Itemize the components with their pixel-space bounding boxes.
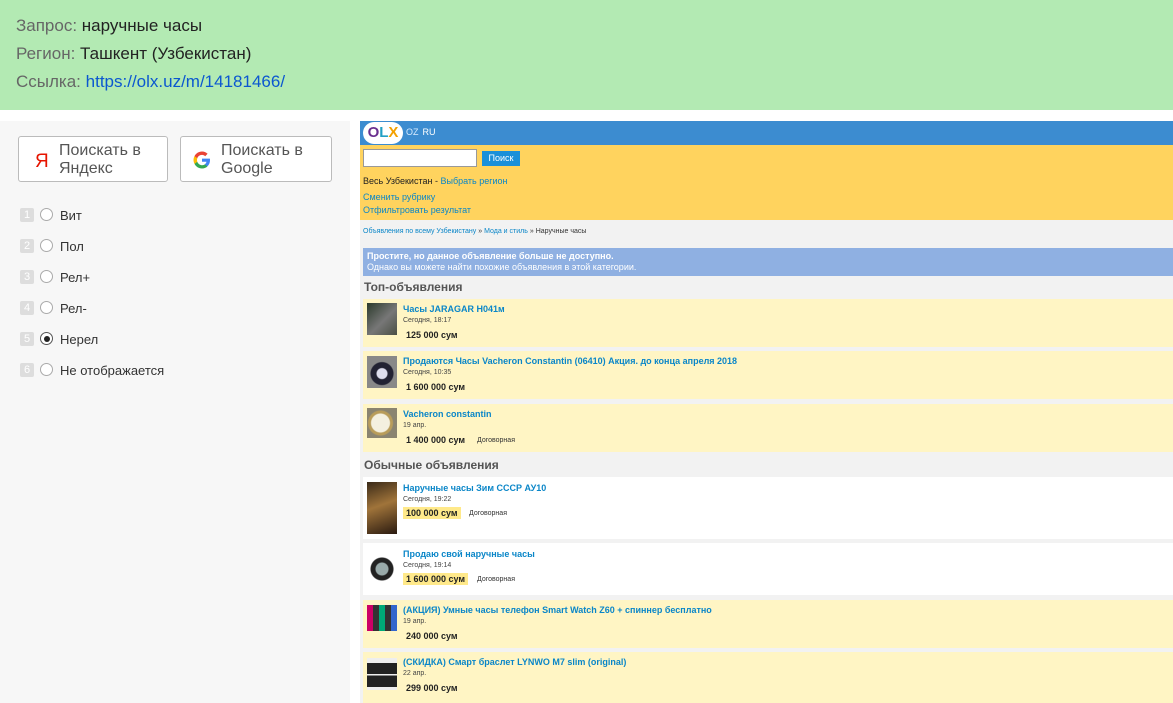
query-line: Запрос: наручные часы	[16, 16, 202, 36]
query-label: Запрос:	[16, 16, 78, 35]
ad-title[interactable]: (АКЦИЯ) Умные часы телефон Smart Watch Z…	[403, 605, 712, 615]
ad-item[interactable]: (СКИДКА) Смарт браслет LYNWO M7 slim (or…	[363, 652, 1173, 703]
lang-ru-link[interactable]: RU	[423, 127, 436, 137]
ad-price: 125 000 сум	[406, 330, 458, 340]
ad-price: 240 000 сум	[406, 631, 458, 641]
notice-title: Простите, но данное объявление больше не…	[367, 251, 614, 261]
google-icon	[191, 149, 213, 171]
ad-thumbnail[interactable]	[367, 547, 397, 591]
ad-price: 1 400 000 сум	[406, 435, 466, 445]
option-label: Вит	[60, 208, 82, 223]
olx-search-input[interactable]	[363, 149, 477, 167]
breadcrumb-fashion[interactable]: Мода и стиль	[484, 228, 528, 235]
option-label: Рел-	[60, 301, 87, 316]
option-label: Пол	[60, 239, 84, 254]
query-value: наручные часы	[81, 16, 203, 35]
breadcrumb-current: Наручные часы	[535, 228, 587, 235]
option-number: 1	[20, 208, 34, 222]
option-label: Нерел	[60, 332, 99, 347]
ad-negotiable: Договорная	[469, 510, 507, 517]
breadcrumb-all[interactable]: Объявления по всему Узбекистану	[363, 228, 476, 235]
option-label: Не отображается	[60, 363, 165, 378]
ad-item[interactable]: (АКЦИЯ) Умные часы телефон Smart Watch Z…	[363, 600, 1173, 648]
region-label: Регион:	[16, 44, 76, 63]
ad-price: 1 600 000 сум	[403, 573, 469, 585]
choose-region-link[interactable]: Выбрать регион	[440, 176, 507, 186]
notice-text: Однако вы можете найти похожие объявлени…	[367, 262, 637, 272]
ad-date: 19 апр.	[403, 422, 427, 429]
option-label: Рел+	[60, 270, 91, 285]
ad-title[interactable]: Продаю свой наручные часы	[403, 549, 535, 559]
region-text: Весь Узбекистан -	[363, 176, 441, 186]
ad-item[interactable]: Продаются Часы Vacheron Constantin (0641…	[363, 351, 1173, 399]
ad-thumbnail[interactable]	[367, 482, 397, 534]
option-radio[interactable]	[40, 239, 53, 252]
olx-page-preview: OLX OZ RU Поиск Весь Узбекистан - Выбрать…	[360, 121, 1173, 703]
query-info-header: Запрос: наручные часы Регион: Ташкент (У…	[0, 0, 1173, 110]
rating-panel: Я Поискать в Яндекс Поискать в Google 1 …	[0, 121, 350, 703]
ad-item[interactable]: Наручные часы Зим СССР АУ10 Сегодня, 19:…	[363, 477, 1173, 539]
olx-search-button[interactable]: Поиск	[482, 151, 520, 166]
region-value: Ташкент (Узбекистан)	[80, 44, 252, 63]
olx-topbar: OLX OZ RU	[360, 121, 1173, 145]
ad-title[interactable]: Vacheron constantin	[403, 409, 492, 419]
lang-oz-link[interactable]: OZ	[406, 127, 419, 137]
ad-title[interactable]: (СКИДКА) Смарт браслет LYNWO M7 slim (or…	[403, 657, 626, 667]
change-category-link[interactable]: Сменить рубрику	[363, 192, 435, 202]
option-number: 5	[20, 332, 34, 346]
unavailable-notice: Простите, но данное объявление больше не…	[363, 248, 1173, 276]
region-line: Регион: Ташкент (Узбекистан)	[16, 44, 251, 64]
option-radio[interactable]	[40, 270, 53, 283]
ad-date: Сегодня, 19:22	[403, 496, 452, 503]
ad-date: Сегодня, 19:14	[403, 562, 452, 569]
ad-negotiable: Договорная	[477, 437, 515, 444]
ad-title[interactable]: Наручные часы Зим СССР АУ10	[403, 483, 546, 493]
google-search-button[interactable]: Поискать в Google	[180, 136, 332, 182]
option-number: 3	[20, 270, 34, 284]
ad-item[interactable]: Продаю свой наручные часы Сегодня, 19:14…	[363, 543, 1173, 595]
ad-title[interactable]: Продаются Часы Vacheron Constantin (0641…	[403, 356, 737, 366]
ad-title[interactable]: Часы JARAGAR H041м	[403, 304, 505, 314]
option-radio-selected[interactable]	[40, 332, 53, 345]
ad-date: Сегодня, 18:17	[403, 317, 452, 324]
option-number: 2	[20, 239, 34, 253]
option-radio[interactable]	[40, 301, 53, 314]
ad-price: 1 600 000 сум	[406, 382, 466, 392]
ad-thumbnail[interactable]	[367, 356, 397, 388]
ad-date: 22 апр.	[403, 670, 427, 677]
option-number: 4	[20, 301, 34, 315]
olx-logo[interactable]: OLX	[363, 122, 403, 144]
regular-ads-heading: Обычные объявления	[364, 458, 499, 472]
region-selector: Весь Узбекистан - Выбрать регион	[363, 176, 508, 186]
ad-item[interactable]: Часы JARAGAR H041м Сегодня, 18:17 125 00…	[363, 299, 1173, 347]
ad-thumbnail[interactable]	[367, 303, 397, 335]
filter-results-link[interactable]: Отфильтровать результат	[363, 205, 471, 215]
option-number: 6	[20, 363, 34, 377]
google-search-label: Поискать в Google	[221, 142, 303, 177]
option-radio[interactable]	[40, 363, 53, 376]
ad-price: 100 000 сум	[403, 507, 461, 519]
ad-item[interactable]: Vacheron constantin 19 апр. 1 400 000 су…	[363, 404, 1173, 452]
ad-date: Сегодня, 10:35	[403, 369, 452, 376]
yandex-search-button[interactable]: Я Поискать в Яндекс	[18, 136, 168, 182]
breadcrumb-sep: »	[476, 228, 485, 235]
language-switch: OZ RU	[406, 127, 440, 137]
ad-negotiable: Договорная	[477, 576, 515, 583]
breadcrumb: Объявления по всему Узбекистану » Мода и…	[363, 228, 586, 235]
olx-search-area: Поиск Весь Узбекистан - Выбрать регион С…	[360, 145, 1173, 220]
yandex-icon: Я	[29, 149, 51, 172]
svg-text:Я: Я	[35, 151, 49, 171]
breadcrumb-sep: »	[527, 228, 536, 235]
option-radio[interactable]	[40, 208, 53, 221]
source-link[interactable]: https://olx.uz/m/14181466/	[86, 72, 285, 91]
link-line: Ссылка: https://olx.uz/m/14181466/	[16, 72, 285, 92]
ad-price: 299 000 сум	[406, 683, 458, 693]
top-ads-heading: Топ-объявления	[364, 280, 463, 294]
ad-thumbnail[interactable]	[367, 658, 397, 690]
yandex-search-label: Поискать в Яндекс	[59, 142, 141, 177]
ad-thumbnail[interactable]	[367, 605, 397, 631]
link-label: Ссылка:	[16, 72, 81, 91]
ad-thumbnail[interactable]	[367, 408, 397, 438]
ad-date: 19 апр.	[403, 618, 427, 625]
